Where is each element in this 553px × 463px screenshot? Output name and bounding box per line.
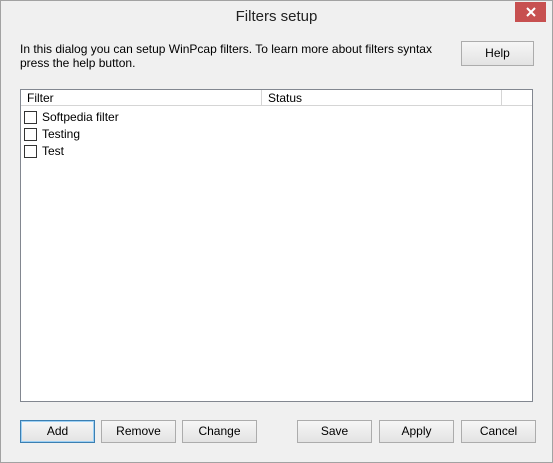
close-button[interactable] [515,2,546,22]
list-item[interactable]: Test [24,143,64,160]
column-header-filter[interactable]: Filter [21,90,262,106]
change-button[interactable]: Change [182,420,257,443]
dialog-description: In this dialog you can setup WinPcap fil… [20,42,432,70]
list-item[interactable]: Testing [24,126,80,143]
filter-name: Softpedia filter [42,110,119,124]
window-title: Filters setup [235,8,318,25]
filter-name: Testing [42,127,81,141]
filter-list-header: Filter Status [21,90,532,106]
filter-checkbox[interactable] [24,128,37,141]
close-icon [525,7,536,17]
apply-button[interactable]: Apply [379,420,454,443]
filters-setup-dialog: Filters setup In this dialog you can set… [0,0,553,463]
remove-button[interactable]: Remove [101,420,176,443]
help-button[interactable]: Help [461,41,534,66]
title-bar[interactable]: Filters setup [1,1,552,32]
save-button[interactable]: Save [297,420,372,443]
column-header-status[interactable]: Status [262,90,502,106]
filter-checkbox[interactable] [24,111,37,124]
filter-checkbox[interactable] [24,145,37,158]
add-button[interactable]: Add [20,420,95,443]
filter-list[interactable]: Filter Status Softpedia filter Testing T… [20,89,533,402]
filter-name: Test [42,144,65,158]
list-item[interactable]: Softpedia filter [24,109,119,126]
cancel-button[interactable]: Cancel [461,420,536,443]
